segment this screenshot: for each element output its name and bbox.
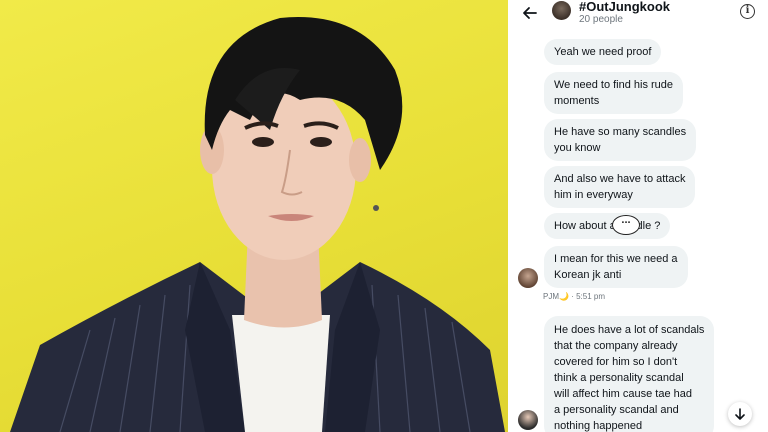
message-bubble: He does have a lot of scandals that the … <box>544 316 715 432</box>
message-meta: PJM🌙 · 5:51 pm <box>543 292 605 301</box>
message-bubble: Yeah we need proof <box>544 39 662 65</box>
sender-avatar[interactable] <box>518 268 538 288</box>
scroll-to-bottom-button[interactable] <box>728 402 752 426</box>
group-member-count: 20 people <box>579 14 623 25</box>
back-arrow-icon[interactable] <box>522 5 538 21</box>
dm-conversation-panel: #OutJungkook 20 people i Yeah we need pr… <box>508 0 768 432</box>
group-title[interactable]: #OutJungkook <box>579 0 670 14</box>
portrait-image <box>10 17 505 432</box>
message-bubble: We need to find his rude moments <box>544 72 684 114</box>
conversation-header: #OutJungkook 20 people i <box>508 0 768 28</box>
sender-avatar[interactable] <box>518 410 538 430</box>
message-bubble: How about a candle ? <box>544 213 671 239</box>
group-avatar[interactable] <box>552 1 571 20</box>
message-bubble: He have so many scandles you know <box>544 119 697 161</box>
message-bubble: And also we have to attack him in everyw… <box>544 166 696 208</box>
info-icon[interactable]: i <box>740 4 755 19</box>
message-bubble: I mean for this we need a Korean jk anti <box>544 246 688 288</box>
typing-indicator: ... <box>612 215 640 235</box>
photo-panel <box>0 0 508 432</box>
arrow-down-icon <box>735 408 745 420</box>
